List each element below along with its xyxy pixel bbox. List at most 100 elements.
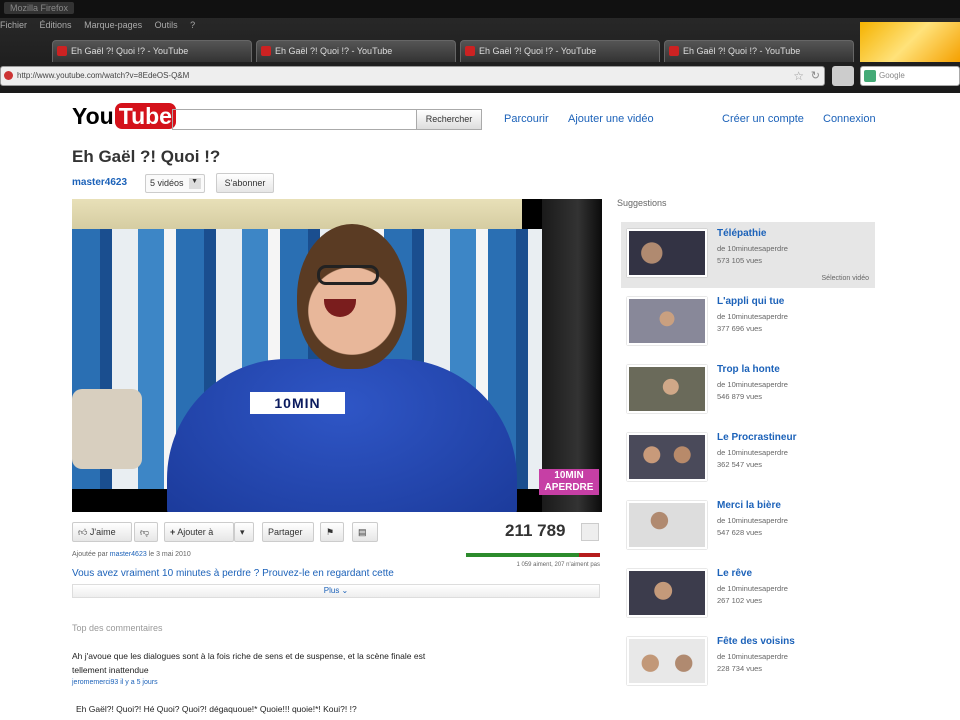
suggestion-views: 377 696 vues <box>717 324 763 333</box>
login-link[interactable]: Connexion <box>823 113 876 125</box>
comments-heading: Top des commentaires <box>72 623 163 633</box>
suggestion-author: de 10minutesaperdre <box>717 312 788 321</box>
chevron-down-icon: ⌄ <box>341 586 349 595</box>
suggestion-author: de 10minutesaperdre <box>717 448 788 457</box>
upload-link[interactable]: Ajouter une vidéo <box>568 113 654 125</box>
address-bar[interactable]: http://www.youtube.com/watch?v=8EdeOS-Q&… <box>0 66 825 86</box>
youtube-favicon-icon <box>465 46 475 56</box>
video-watermark: 10MIN APERDRE <box>539 469 599 495</box>
suggestion-item[interactable]: Le rêve de 10minutesaperdre 267 102 vues <box>621 562 875 628</box>
youtube-logo[interactable]: You Tube <box>72 103 176 137</box>
suggestion-thumbnail <box>627 569 707 617</box>
suggestion-title: Merci la bière <box>717 500 781 511</box>
suggestion-views: 573 105 vues <box>717 256 763 265</box>
show-more-button[interactable]: Plus ⌄ <box>72 584 600 598</box>
suggestion-item[interactable]: Fête des voisins de 10minutesaperdre 228… <box>621 630 875 696</box>
video-title: Eh Gaël ?! Quoi !? <box>72 147 221 166</box>
suggestion-views: 362 547 vues <box>717 460 763 469</box>
view-count: 211 789 <box>505 521 566 540</box>
suggestion-views: 228 734 vues <box>717 664 763 673</box>
subscribe-button[interactable]: S'abonner <box>216 173 274 193</box>
stats-button[interactable] <box>581 523 599 541</box>
browser-search-field[interactable]: Google <box>860 66 960 86</box>
tab-strip: Eh Gaël ?! Quoi !? - YouTube Eh Gaël ?! … <box>0 40 960 62</box>
video-arm <box>72 389 142 469</box>
tab-label: Eh Gaël ?! Quoi !? - YouTube <box>479 46 597 56</box>
dislike-button[interactable]: 👎︎ <box>134 522 158 542</box>
tab-label: Eh Gaël ?! Quoi !? - YouTube <box>71 46 189 56</box>
transcript-button[interactable]: ▤ <box>352 522 378 542</box>
suggestion-views: 546 879 vues <box>717 392 763 401</box>
top-comment: Ah j'avoue que les dialogues sont à la f… <box>72 651 426 675</box>
menu-file[interactable]: Fichier <box>0 20 27 30</box>
suggestion-item[interactable]: Trop la honte de 10minutesaperdre 546 87… <box>621 358 875 424</box>
reload-icon[interactable]: ↻ <box>811 69 820 82</box>
video-player[interactable]: 10MIN 10MIN APERDRE <box>72 199 602 512</box>
suggestion-thumbnail <box>627 297 707 345</box>
browse-link[interactable]: Parcourir <box>504 113 549 125</box>
menu-bar: Fichier Éditions Marque-pages Outils ? <box>0 20 205 36</box>
google-icon <box>864 70 876 82</box>
site-identity-icon <box>4 71 13 80</box>
youtube-favicon-icon <box>261 46 271 56</box>
browser-tab[interactable]: Eh Gaël ?! Quoi !? - YouTube <box>460 40 660 62</box>
menu-tools[interactable]: Outils <box>155 20 178 30</box>
suggestion-item[interactable]: L'appli qui tue de 10minutesaperdre 377 … <box>621 290 875 356</box>
channel-link[interactable]: master4623 <box>72 177 127 188</box>
share-button[interactable]: Partager <box>262 522 314 542</box>
video-person-head <box>297 224 407 369</box>
suggestion-author: de 10minutesaperdre <box>717 516 788 525</box>
uploader-link[interactable]: master4623 <box>110 551 147 558</box>
search-button[interactable]: Rechercher <box>416 109 482 130</box>
suggestion-title: Le rêve <box>717 568 753 579</box>
bookmark-star-icon[interactable]: ☆ <box>793 69 804 83</box>
channel-videos-dropdown[interactable]: 5 vidéos ▼ <box>145 174 205 193</box>
suggestion-author: de 10minutesaperdre <box>717 584 788 593</box>
like-label: J'aime <box>89 527 116 537</box>
suggestion-thumbnail <box>627 501 707 549</box>
menu-edit[interactable]: Éditions <box>40 20 72 30</box>
menu-bookmarks[interactable]: Marque-pages <box>84 20 142 30</box>
selected-label: Sélection vidéo <box>821 275 869 282</box>
go-button[interactable] <box>832 66 854 86</box>
suggestion-item[interactable]: Merci la bière de 10minutesaperdre 547 6… <box>621 494 875 560</box>
add-to-button[interactable]: + Ajouter à <box>164 522 234 542</box>
browser-chrome: Mozilla Firefox Fichier Éditions Marque-… <box>0 0 960 93</box>
title-bar: Mozilla Firefox <box>0 0 960 18</box>
videos-count: 5 vidéos <box>150 178 184 188</box>
browser-search-placeholder: Google <box>879 71 905 80</box>
suggestion-title: Télépathie <box>717 228 767 239</box>
browser-tab[interactable]: Eh Gaël ?! Quoi !? - YouTube <box>664 40 854 62</box>
suggestion-item[interactable]: Le Procrastineur de 10minutesaperdre 362… <box>621 426 875 492</box>
add-to-dropdown[interactable]: ▾ <box>234 522 254 542</box>
youtube-favicon-icon <box>57 46 67 56</box>
suggestion-thumbnail <box>627 229 707 277</box>
suggestion-views: 547 628 vues <box>717 528 763 537</box>
youtube-favicon-icon <box>669 46 679 56</box>
browser-tab[interactable]: Eh Gaël ?! Quoi !? - YouTube <box>52 40 252 62</box>
likes-summary: 1 059 aiment, 207 n'aiment pas <box>516 562 600 568</box>
video-dark-edge <box>542 199 602 512</box>
thumbs-up-icon: 👍︎ <box>78 527 88 537</box>
flag-button[interactable]: ⚑ <box>320 522 344 542</box>
search-input[interactable] <box>172 109 417 130</box>
suggestion-item[interactable]: Télépathie de 10minutesaperdre 573 105 v… <box>621 222 875 288</box>
shirt-logo-text: 10MIN <box>250 392 345 414</box>
thumbs-down-icon: 👎︎ <box>140 527 150 537</box>
upload-date: le 3 mai 2010 <box>148 551 191 558</box>
flag-icon: ⚑ <box>326 527 335 537</box>
comment-meta[interactable]: jeromemerci93 il y a 5 jours <box>72 679 158 686</box>
suggestion-title: Fête des voisins <box>717 636 795 647</box>
like-ratio-fill <box>466 553 579 557</box>
browser-tab[interactable]: Eh Gaël ?! Quoi !? - YouTube <box>256 40 456 62</box>
youtube-page: You Tube Rechercher Parcourir Ajouter une… <box>0 93 960 720</box>
transcript-icon: ▤ <box>358 527 367 537</box>
uploaded-prefix: Ajoutée par <box>72 551 108 558</box>
menu-help[interactable]: ? <box>190 20 195 30</box>
like-button[interactable]: 👍︎ J'aime <box>72 522 132 542</box>
video-glasses <box>317 265 379 285</box>
suggestion-author: de 10minutesaperdre <box>717 380 788 389</box>
create-account-link[interactable]: Créer un compte <box>722 113 804 125</box>
suggestion-thumbnail <box>627 433 707 481</box>
suggestion-title: L'appli qui tue <box>717 296 785 307</box>
